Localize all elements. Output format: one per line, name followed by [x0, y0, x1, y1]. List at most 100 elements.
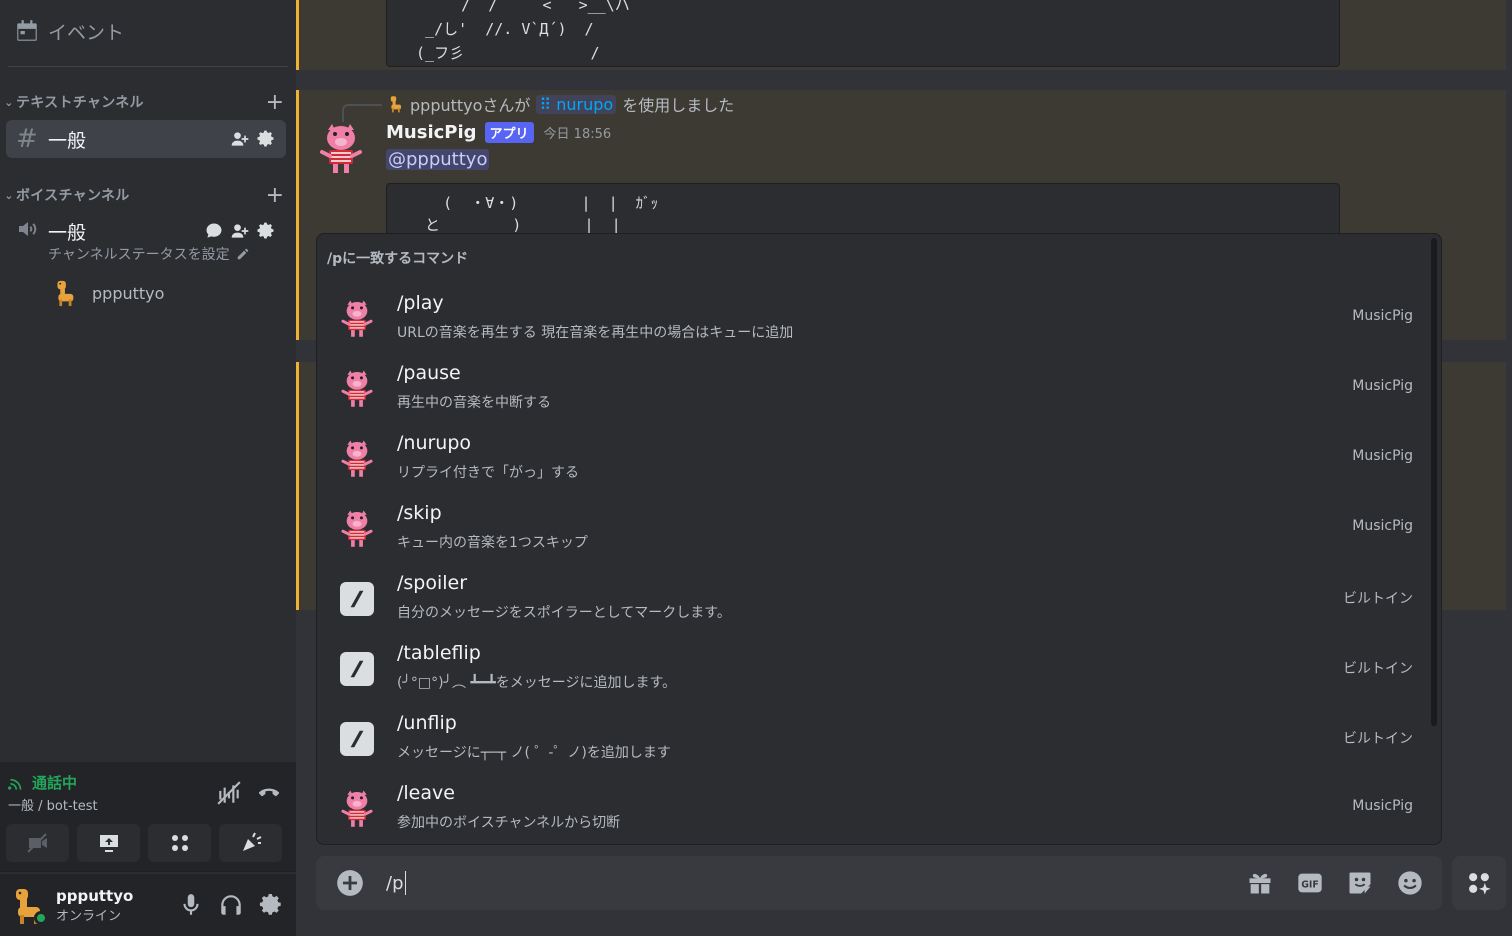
command-option-source: MusicPig: [1352, 308, 1413, 324]
user-settings-gear-icon[interactable]: [258, 892, 284, 918]
message-timestamp: 今日 18:56: [543, 127, 612, 142]
command-option-name: /play: [397, 292, 444, 314]
category-label: ボイスチャンネル: [16, 188, 130, 204]
command-option-description: (╯°□°)╯︵ ┻━┻をメッセージに追加します。: [397, 675, 677, 691]
add-channel-icon[interactable]: +: [260, 90, 290, 115]
svg-text:GIF: GIF: [1301, 880, 1319, 891]
command-option-description: URLの音楽を再生する 現在音楽を再生中の場合はキューに追加: [397, 325, 794, 341]
autocomplete-header: /pに一致するコマンド: [327, 251, 469, 267]
command-name: nurupo: [556, 94, 614, 114]
screen-share-button[interactable]: [77, 824, 140, 862]
signal-icon: [8, 778, 22, 790]
alpaca-avatar: [390, 96, 401, 113]
slash-icon: [337, 649, 377, 689]
voice-status-label: 通話中: [32, 774, 78, 792]
emoji-icon[interactable]: [1396, 869, 1424, 897]
message-input[interactable]: /p: [386, 871, 1246, 895]
gear-icon[interactable]: [256, 129, 276, 149]
code-block-previous: / / < >__\ハ _/し' //. V`Д´) / (_フ彡 /: [386, 0, 1340, 67]
speaker-icon: [16, 217, 48, 246]
voice-status[interactable]: 通話中: [8, 772, 77, 793]
calendar-icon: [17, 20, 37, 41]
command-option-description: 自分のメッセージをスポイラーとしてマークします。: [397, 605, 731, 621]
command-option-name: /pause: [397, 362, 461, 384]
noise-suppression-icon[interactable]: [216, 780, 242, 806]
command-option-source: ビルトイン: [1343, 661, 1413, 677]
command-option[interactable]: /unflip メッセージに┬─┬ ノ( ゜-゜ノ)を追加します ビルトイン: [317, 704, 1433, 774]
command-option[interactable]: /spoiler 自分のメッセージをスポイラーとしてマークします。 ビルトイン: [317, 564, 1433, 634]
category-voice-channels[interactable]: ⌄ ボイスチャンネル +: [0, 183, 290, 208]
channel-sidebar: イベント ⌄ テキストチャンネル + # 一般 ⌄ ボイスチャンネル + 一般 …: [0, 0, 296, 936]
apps-button[interactable]: [1452, 856, 1506, 910]
sticker-icon[interactable]: [1346, 869, 1374, 897]
message-header: MusicPig アプリ 今日 18:56: [386, 122, 611, 143]
headphones-icon[interactable]: [218, 892, 244, 918]
command-option-source: ビルトイン: [1343, 591, 1413, 607]
user-mention[interactable]: @ppputtyo: [386, 149, 490, 170]
command-option[interactable]: /pause 再生中の音楽を中断する MusicPig: [317, 354, 1433, 424]
user-panel: ppputtyo オンライン: [0, 874, 296, 936]
command-option-source: MusicPig: [1352, 448, 1413, 464]
command-autocomplete-popup: /pに一致するコマンド /play URLの音楽を再生する 現在音楽を再生中の場合…: [316, 233, 1442, 845]
musicpig-avatar[interactable]: [316, 122, 366, 176]
command-option-description: メッセージに┬─┬ ノ( ゜-゜ノ)を追加します: [397, 745, 671, 761]
invite-icon[interactable]: [230, 129, 250, 149]
command-option-description: 再生中の音楽を中断する: [397, 395, 551, 411]
voice-channel-name[interactable]: 一般 / bot-test: [8, 795, 98, 814]
username: ppputtyo: [56, 886, 134, 905]
sidebar-divider: [8, 66, 288, 67]
activities-button[interactable]: [148, 824, 211, 862]
soundboard-button[interactable]: [219, 824, 282, 862]
camera-off-icon: [26, 833, 47, 853]
alpaca-avatar: [57, 280, 74, 307]
musicpig-avatar: [337, 789, 377, 829]
category-label: テキストチャンネル: [16, 95, 144, 111]
reply-suffix: を使用しました: [622, 96, 735, 115]
category-text-channels[interactable]: ⌄ テキストチャンネル +: [0, 90, 290, 115]
microphone-icon[interactable]: [178, 892, 204, 918]
gear-icon[interactable]: [256, 221, 276, 241]
command-chip[interactable]: ⠿ nurupo: [536, 94, 617, 114]
reply-spine: [342, 104, 382, 122]
command-option-source: MusicPig: [1352, 518, 1413, 534]
command-reply-context[interactable]: ppputtyoさんが ⠿ nurupo を使用しました: [386, 92, 734, 116]
gift-icon[interactable]: [1246, 869, 1274, 897]
slash-icon: [337, 579, 377, 619]
chevron-down-icon: ⌄: [4, 95, 14, 109]
voice-user-item[interactable]: ppputtyo: [50, 278, 164, 308]
activities-icon: [171, 835, 188, 851]
user-status: オンライン: [56, 908, 122, 924]
chat-bubble-icon[interactable]: [204, 221, 224, 241]
message-input-value: /p: [386, 872, 404, 894]
add-attachment-icon[interactable]: [336, 869, 364, 897]
screen-share-icon: [99, 835, 118, 852]
text-caret: [404, 871, 406, 895]
channel-item-general-text[interactable]: # 一般: [6, 120, 286, 158]
camera-off-button[interactable]: [6, 824, 69, 862]
add-channel-icon[interactable]: +: [260, 183, 290, 208]
command-option-source: MusicPig: [1352, 378, 1413, 394]
command-option-name: /skip: [397, 502, 442, 524]
invite-icon[interactable]: [230, 221, 250, 241]
hash-icon: #: [16, 124, 38, 154]
command-option[interactable]: /nurupo リプライ付きで「がっ」する MusicPig: [317, 424, 1433, 494]
disconnect-icon[interactable]: [256, 780, 282, 806]
soundboard-icon: [242, 832, 261, 851]
command-option[interactable]: /play URLの音楽を再生する 現在音楽を再生中の場合はキューに追加 Music…: [317, 284, 1433, 354]
command-option[interactable]: /leave 参加中のボイスチャンネルから切断 MusicPig: [317, 774, 1433, 844]
command-option-name: /unflip: [397, 712, 457, 734]
command-option[interactable]: /skip キュー内の音楽を1つスキップ MusicPig: [317, 494, 1433, 564]
slash-icon: [337, 719, 377, 759]
events-item[interactable]: イベント: [14, 14, 284, 48]
command-option-source: MusicPig: [1352, 798, 1413, 814]
channel-name: 一般: [48, 129, 87, 152]
user-avatar[interactable]: [8, 885, 48, 925]
message-author[interactable]: MusicPig: [386, 122, 477, 143]
command-option-description: リプライ付きで「がっ」する: [397, 465, 579, 481]
command-option-name: /nurupo: [397, 432, 472, 454]
apps-icon: [1469, 873, 1491, 895]
pencil-icon: [237, 248, 248, 260]
set-channel-status[interactable]: チャンネルステータスを設定: [48, 244, 250, 264]
command-option[interactable]: /tableflip (╯°□°)╯︵ ┻━┻をメッセージに追加します。 ビルトイン: [317, 634, 1433, 704]
gif-icon[interactable]: GIF: [1296, 869, 1324, 897]
